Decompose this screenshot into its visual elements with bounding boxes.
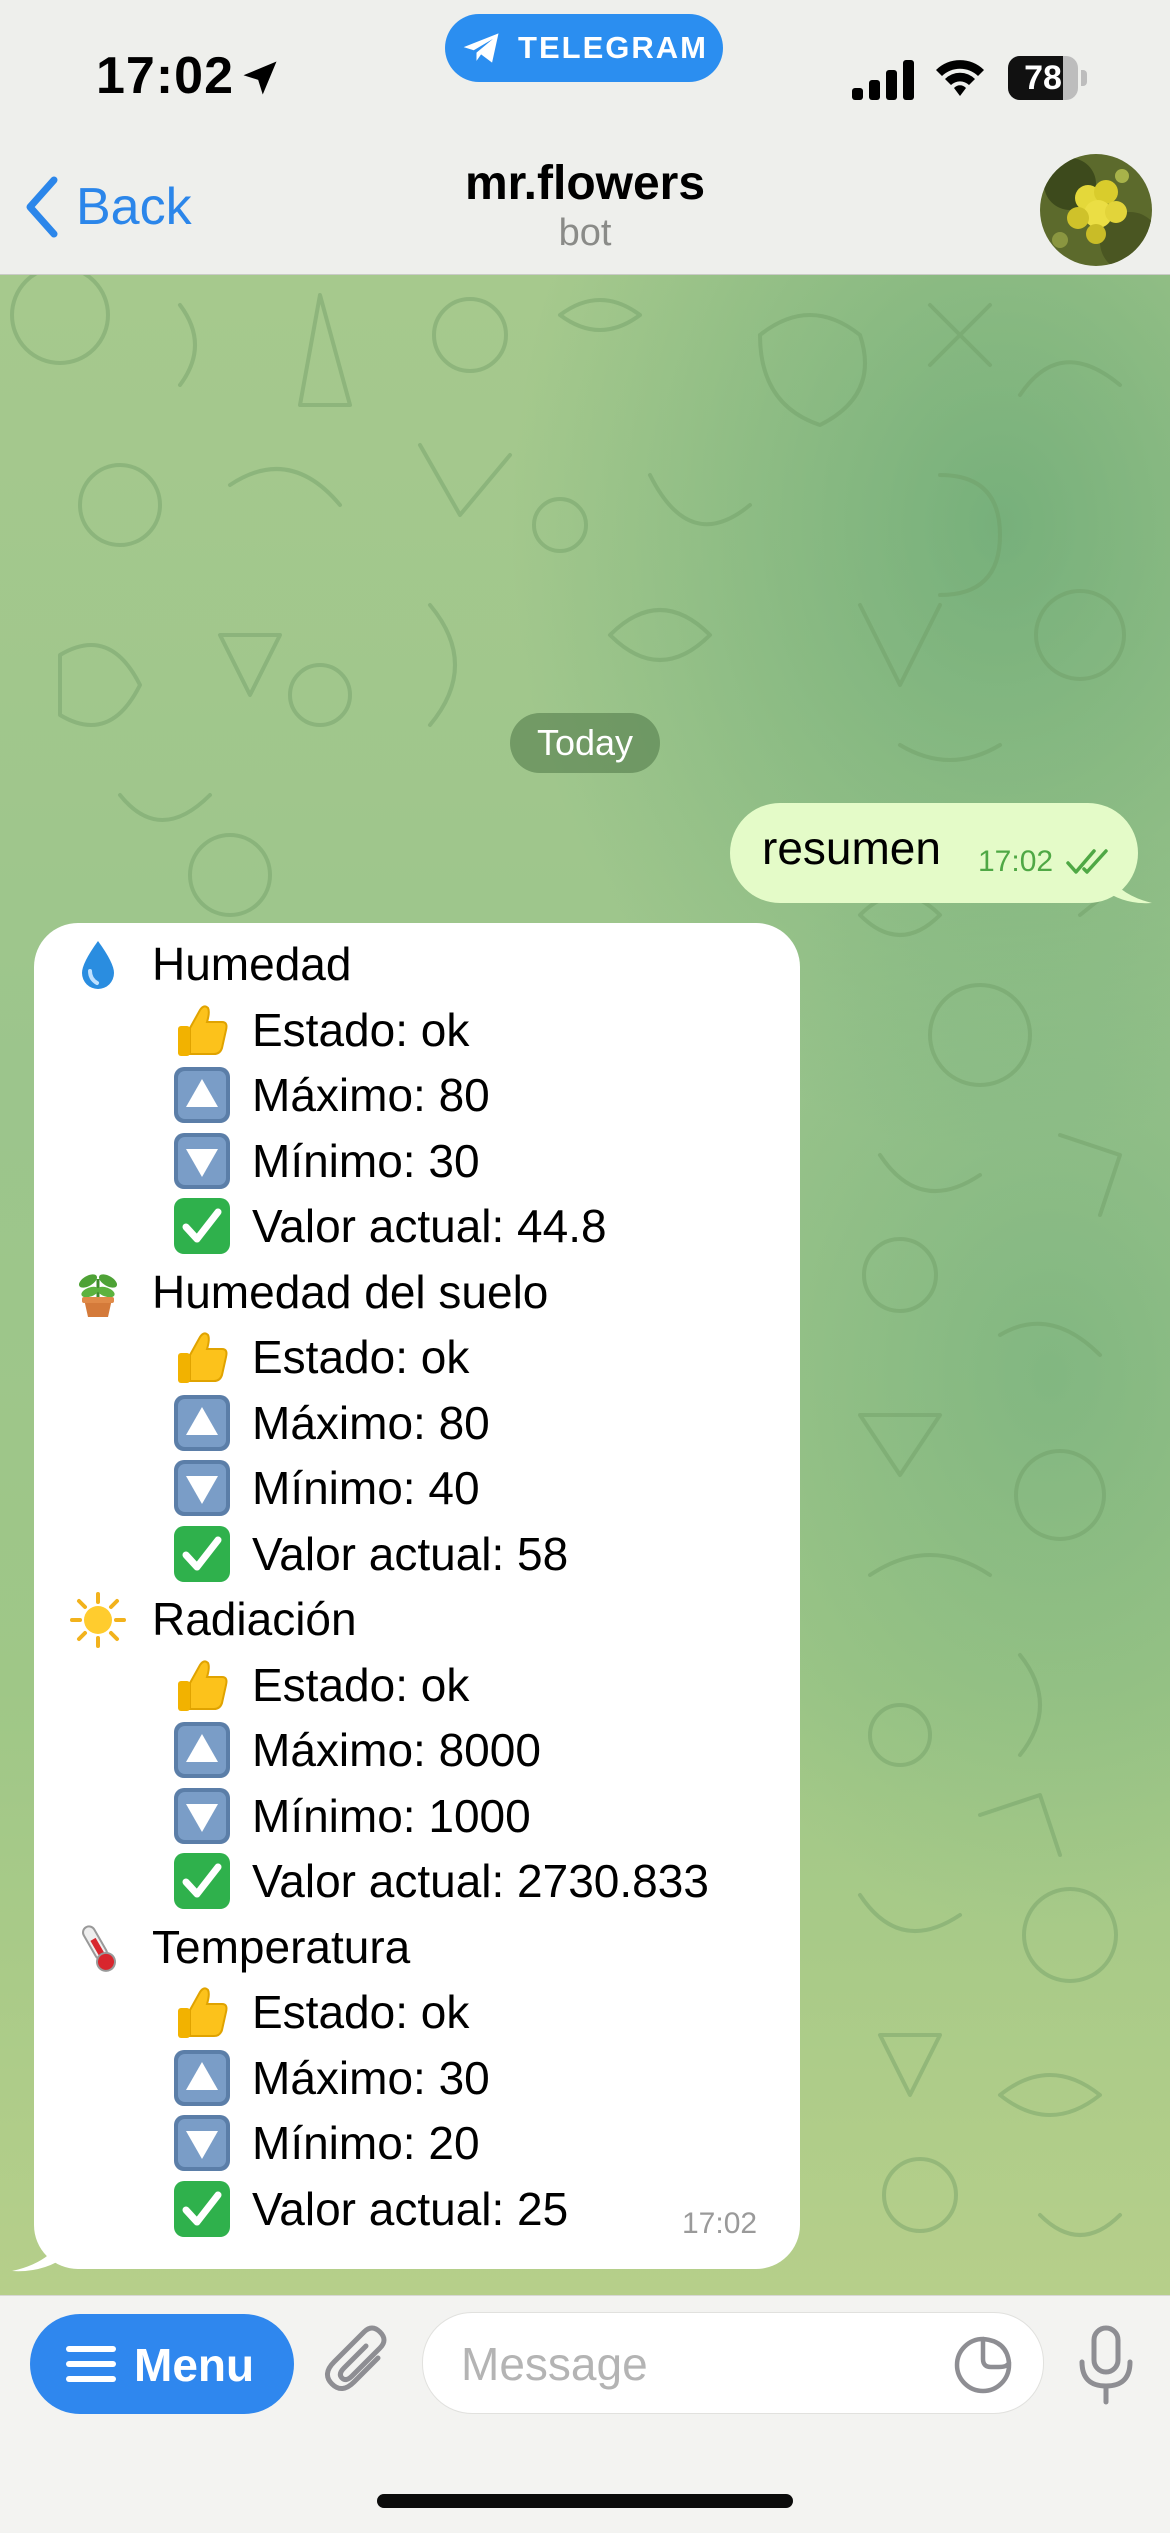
thumbs-up-icon (172, 1327, 232, 1387)
section-title: Humedad del suelo (152, 1265, 549, 1318)
chat-header: Back mr.flowers bot (0, 150, 1170, 275)
check-mark-icon (172, 1196, 232, 1256)
status-bar: 17:02 TELEGRAM 78 (0, 0, 1170, 150)
telegram-label: TELEGRAM (518, 30, 708, 65)
message-placeholder: Message (461, 2338, 648, 2390)
chat-area[interactable]: Today resumen 17:02 Humedad Estado: ok Máx… (0, 275, 1170, 2295)
double-check-icon (1066, 849, 1108, 874)
metric-text: Mínimo: 30 (252, 1134, 480, 1187)
location-arrow-icon (243, 61, 277, 95)
droplet-icon (70, 937, 126, 993)
metric-text: Máximo: 80 (252, 1069, 490, 1121)
thermometer-icon (70, 1920, 126, 1976)
bot-avatar[interactable] (1040, 154, 1152, 266)
up-arrow-icon (172, 1720, 232, 1780)
metric-text: Estado: ok (252, 1658, 470, 1711)
up-arrow-icon (172, 2048, 232, 2108)
down-arrow-icon (172, 2113, 232, 2173)
sticker-icon[interactable] (953, 2335, 1013, 2395)
battery-percent: 78 (1024, 59, 1062, 97)
potted-plant-icon (70, 1265, 126, 1321)
incoming-message[interactable]: Humedad Estado: ok Máximo: 80 Mínimo: 30 Val… (34, 923, 800, 2269)
metric-text: Máximo: 8000 (252, 1724, 541, 1776)
metric-text: Mínimo: 1000 (252, 1789, 531, 1842)
sun-icon (70, 1592, 126, 1648)
thumbs-up-icon (172, 1655, 232, 1715)
telegram-return-pill[interactable]: TELEGRAM (445, 14, 723, 82)
chat-title[interactable]: mr.flowers (0, 156, 1170, 211)
thumbs-up-icon (172, 1000, 232, 1060)
battery-indicator: 78 (1008, 56, 1088, 100)
metric-text: Estado: ok (252, 1331, 470, 1383)
check-mark-icon (172, 1524, 232, 1584)
metric-text: Valor actual: 44.8 (252, 1200, 607, 1252)
input-bar: Menu Message (0, 2295, 1170, 2533)
metric-text: Estado: ok (252, 1986, 470, 2038)
metric-text: Mínimo: 20 (252, 2117, 480, 2169)
wifi-icon (936, 60, 984, 96)
microphone-icon[interactable] (1076, 2324, 1136, 2408)
section-title: Humedad (152, 938, 352, 990)
menu-label: Menu (134, 2339, 255, 2391)
outgoing-message[interactable]: resumen 17:02 (730, 803, 1138, 903)
thumbs-up-icon (172, 1982, 232, 2042)
metric-text: Valor actual: 25 (252, 2182, 569, 2235)
cellular-signal-icon (852, 60, 914, 100)
check-mark-icon (172, 1851, 232, 1911)
menu-button[interactable]: Menu (30, 2314, 294, 2414)
metric-text: Valor actual: 2730.833 (252, 1855, 709, 1907)
check-mark-icon (172, 2179, 232, 2239)
section-title: Radiación (152, 1593, 357, 1645)
chat-subtitle: bot (558, 212, 612, 254)
incoming-message-time: 17:02 (682, 2207, 758, 2240)
status-time: 17:02 (96, 47, 234, 105)
telegram-plane-icon (463, 33, 499, 63)
section-title: Temperatura (152, 1920, 411, 1973)
down-arrow-icon (172, 1131, 232, 1191)
up-arrow-icon (172, 1393, 232, 1453)
metric-text: Máximo: 30 (252, 2051, 490, 2104)
flower-photo-icon (1040, 154, 1152, 266)
hamburger-icon (66, 2346, 116, 2382)
date-separator: Today (510, 713, 660, 773)
paperclip-icon[interactable] (320, 2324, 400, 2404)
metric-text: Máximo: 80 (252, 1396, 490, 1449)
outgoing-message-time: 17:02 (978, 845, 1054, 878)
up-arrow-icon (172, 1065, 232, 1125)
metric-text: Mínimo: 40 (252, 1462, 480, 1514)
home-indicator[interactable] (377, 2494, 793, 2508)
metric-text: Estado: ok (252, 1003, 470, 1056)
outgoing-message-text: resumen (762, 822, 941, 874)
metric-text: Valor actual: 58 (252, 1527, 569, 1580)
down-arrow-icon (172, 1786, 232, 1846)
down-arrow-icon (172, 1458, 232, 1518)
message-input[interactable]: Message (422, 2312, 1044, 2414)
